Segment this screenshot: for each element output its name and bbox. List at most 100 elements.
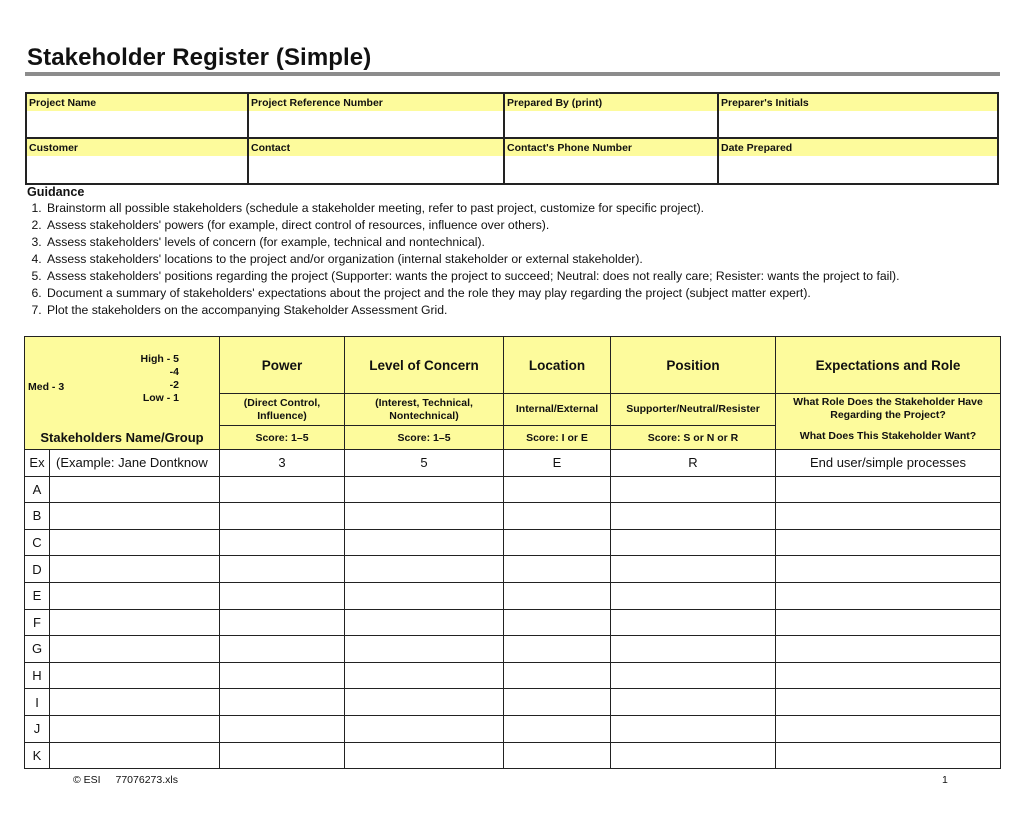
position-cell[interactable] — [610, 555, 776, 583]
position-cell[interactable] — [610, 635, 776, 663]
concern-cell[interactable] — [344, 688, 504, 716]
location-cell[interactable] — [503, 661, 611, 690]
copyright-text: © ESI — [73, 774, 101, 786]
customer-field[interactable] — [27, 156, 247, 184]
position-cell[interactable] — [610, 688, 776, 716]
expectations-cell[interactable] — [775, 581, 1001, 610]
concern-cell[interactable] — [344, 581, 504, 610]
name-cell[interactable]: (Example: Jane Dontknow — [49, 449, 220, 477]
expectations-cell[interactable] — [775, 608, 1001, 637]
power-cell[interactable] — [219, 555, 345, 583]
name-cell[interactable] — [49, 581, 220, 610]
position-cell[interactable] — [610, 502, 776, 530]
concern-cell[interactable] — [344, 714, 504, 743]
scale-2-label: -2 — [169, 379, 179, 391]
position-cell[interactable] — [610, 741, 776, 770]
project-reference-field[interactable] — [249, 111, 503, 139]
concern-cell[interactable] — [344, 555, 504, 583]
guidance-item: Document a summary of stakeholders' expe… — [45, 285, 1007, 302]
stakeholder-register-table: High - 5 -4 -2 Low - 1 Med - 3 Stakehold… — [24, 336, 1001, 770]
concern-cell[interactable] — [344, 475, 504, 504]
prepared-by-field[interactable] — [505, 111, 717, 139]
expectations-cell[interactable] — [775, 528, 1001, 557]
location-cell[interactable] — [503, 608, 611, 637]
preparer-initials-field[interactable] — [719, 111, 997, 139]
position-cell[interactable] — [610, 714, 776, 743]
power-cell[interactable] — [219, 475, 345, 504]
info-contact: Contact — [249, 139, 505, 183]
contact-field[interactable] — [249, 156, 503, 184]
location-cell[interactable] — [503, 635, 611, 663]
location-cell[interactable] — [503, 555, 611, 583]
expectations-cell[interactable] — [775, 635, 1001, 663]
concern-cell[interactable] — [344, 528, 504, 557]
name-cell[interactable] — [49, 635, 220, 663]
info-date-prepared: Date Prepared — [719, 139, 997, 183]
power-cell[interactable] — [219, 714, 345, 743]
position-cell[interactable] — [610, 608, 776, 637]
scale-legend-header: High - 5 -4 -2 Low - 1 Med - 3 Stakehold… — [24, 336, 220, 450]
expectations-cell[interactable] — [775, 688, 1001, 716]
power-cell[interactable] — [219, 688, 345, 716]
position-cell[interactable]: R — [610, 449, 776, 477]
guidance-section: Guidance Brainstorm all possible stakeho… — [27, 185, 1007, 319]
power-cell[interactable] — [219, 502, 345, 530]
date-prepared-field[interactable] — [719, 156, 997, 184]
power-cell[interactable] — [219, 528, 345, 557]
location-cell[interactable]: E — [503, 449, 611, 477]
concern-cell[interactable] — [344, 635, 504, 663]
position-cell[interactable] — [610, 661, 776, 690]
location-cell[interactable] — [503, 714, 611, 743]
position-cell[interactable] — [610, 475, 776, 504]
position-cell[interactable] — [610, 581, 776, 610]
row-label: G — [24, 635, 50, 663]
name-cell[interactable] — [49, 608, 220, 637]
scale-4-label: -4 — [169, 366, 179, 378]
concern-cell[interactable] — [344, 661, 504, 690]
concern-cell[interactable] — [344, 741, 504, 770]
scale-high-label: High - 5 — [140, 353, 180, 365]
expectations-cell[interactable] — [775, 714, 1001, 743]
expectations-cell[interactable] — [775, 475, 1001, 504]
contact-phone-field[interactable] — [505, 156, 717, 184]
location-cell[interactable] — [503, 741, 611, 770]
concern-cell[interactable]: 5 — [344, 449, 504, 477]
concern-cell[interactable] — [344, 608, 504, 637]
name-cell[interactable] — [49, 661, 220, 690]
location-cell[interactable] — [503, 475, 611, 504]
name-cell[interactable] — [49, 714, 220, 743]
position-cell[interactable] — [610, 528, 776, 557]
row-label: I — [24, 688, 50, 716]
name-cell[interactable] — [49, 502, 220, 530]
expectations-want-question: What Does This Stakeholder Want? — [799, 430, 977, 442]
expectations-cell[interactable] — [775, 741, 1001, 770]
filename-text: 77076273.xls — [115, 774, 178, 786]
table-row: C — [24, 528, 1001, 557]
project-name-field[interactable] — [27, 111, 247, 139]
location-cell[interactable] — [503, 528, 611, 557]
name-cell[interactable] — [49, 475, 220, 504]
expectations-cell[interactable]: End user/simple processes — [775, 449, 1001, 477]
location-subheader: Internal/External — [503, 393, 611, 426]
page-title: Stakeholder Register (Simple) — [27, 44, 372, 71]
location-cell[interactable] — [503, 581, 611, 610]
expectations-role-question: What Role Does the Stakeholder Have Rega… — [793, 396, 983, 421]
name-cell[interactable] — [49, 555, 220, 583]
concern-cell[interactable] — [344, 502, 504, 530]
table-row: K — [24, 741, 1001, 770]
power-cell[interactable] — [219, 635, 345, 663]
power-cell[interactable] — [219, 581, 345, 610]
power-cell[interactable] — [219, 608, 345, 637]
expectations-cell[interactable] — [775, 555, 1001, 583]
power-cell[interactable] — [219, 661, 345, 690]
location-cell[interactable] — [503, 502, 611, 530]
column-header-expectations: Expectations and Role — [775, 336, 1001, 394]
power-cell[interactable]: 3 — [219, 449, 345, 477]
location-cell[interactable] — [503, 688, 611, 716]
name-cell[interactable] — [49, 528, 220, 557]
expectations-cell[interactable] — [775, 502, 1001, 530]
name-cell[interactable] — [49, 688, 220, 716]
power-cell[interactable] — [219, 741, 345, 770]
name-cell[interactable] — [49, 741, 220, 770]
expectations-cell[interactable] — [775, 661, 1001, 690]
